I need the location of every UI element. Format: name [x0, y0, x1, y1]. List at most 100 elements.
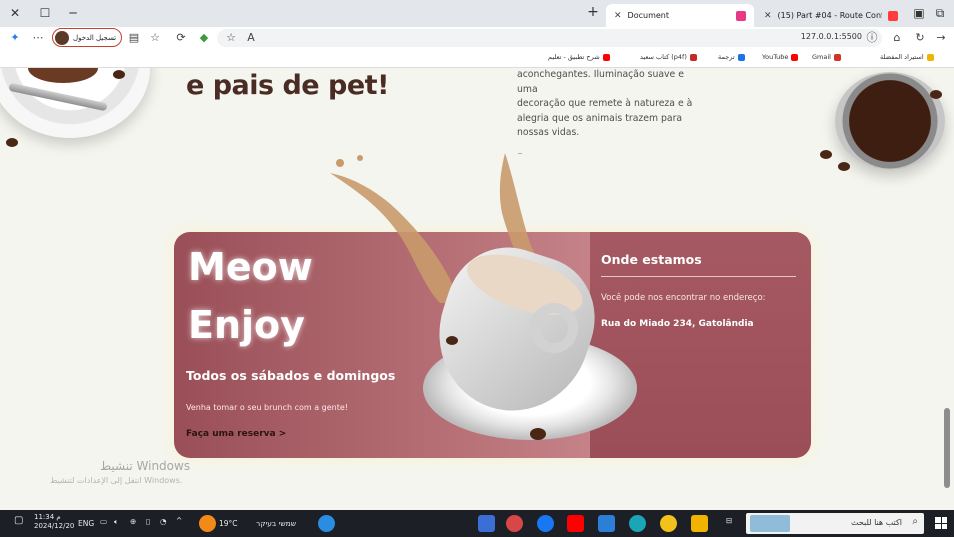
notifications-icon[interactable]: ▢ [14, 515, 23, 526]
edge-icon[interactable] [629, 515, 646, 532]
collections-icon[interactable]: ▤ [126, 30, 142, 46]
add-favorite-icon[interactable]: ☆ [223, 30, 239, 46]
coffee-bean-image [838, 162, 850, 171]
translate-icon [737, 53, 745, 61]
workspaces-icon[interactable]: ⧉ [931, 4, 949, 22]
location-address: Rua do Miado 234, Gatolândia [601, 319, 754, 329]
page-viewport: e pais de pet! aconchegantes. Iluminação… [0, 68, 954, 501]
bookmark-label: استيراد المفضلة [880, 53, 924, 61]
card-title-meow: Meow [188, 245, 313, 289]
hero-paragraph: aconchegantes. Iluminação suave e uma de… [517, 68, 707, 141]
browser-titlebar: ✕ ☐ ─ + ✕ Document ✕ (15) Part #04 - Rou… [0, 0, 954, 27]
bookmark-translate[interactable]: ترجمة [718, 53, 745, 61]
screen: ✕ ☐ ─ + ✕ Document ✕ (15) Part #04 - Rou… [0, 0, 954, 537]
refresh-icon[interactable]: ↻ [912, 30, 928, 46]
network-icon[interactable]: ▭ [100, 517, 107, 526]
tab-close-icon[interactable]: ✕ [614, 11, 622, 21]
globe-icon[interactable]: ⊕ [130, 517, 136, 526]
home-icon[interactable]: ⌂ [889, 30, 905, 46]
folder-icon [926, 53, 934, 61]
profile-button[interactable]: تسجيل الدخول [52, 28, 122, 47]
taskbar-app-icon[interactable] [478, 515, 495, 532]
scrollbar-thumb[interactable] [944, 408, 950, 488]
clock-time: 11:34 م [34, 513, 61, 521]
weather-icon[interactable] [199, 515, 216, 532]
tab-close-icon[interactable]: ✕ [764, 11, 772, 21]
bookmark-gmail[interactable]: Gmail [812, 53, 841, 61]
bookmark-label: كتاب سعيد (p4f) [640, 53, 687, 61]
address-bar[interactable]: ☆ A 127.0.0.1:5500 ⓘ [217, 29, 882, 47]
youtube-taskbar-icon[interactable] [567, 515, 584, 532]
tab-label: Document [627, 11, 669, 20]
back-icon[interactable]: → [933, 30, 949, 46]
tab-actions-icon[interactable]: ▣ [910, 4, 928, 22]
windows-taskbar: ▢ 11:34 م 2024/12/20 ENG ▭ 🔈︎ ⊕ ▯ ◔ ^ 19… [0, 510, 954, 537]
favorites-icon[interactable]: ☆ [147, 30, 163, 46]
extension-green-icon[interactable]: ◆ [196, 30, 212, 46]
bookmark-pdf[interactable]: كتاب سعيد (p4f) [640, 53, 697, 61]
wifi-icon[interactable]: ◔ [160, 517, 167, 526]
device-icon[interactable]: ▯ [146, 517, 150, 526]
search-highlight-image [750, 515, 790, 532]
tab-document[interactable]: ✕ Document [606, 4, 754, 27]
more-menu-icon[interactable]: ⋯ [30, 30, 46, 46]
hero-line: nossas vidas. [517, 127, 580, 138]
task-view-icon[interactable]: ⊟ [726, 516, 732, 525]
bookmark-label: Gmail [812, 53, 831, 61]
weather-temp[interactable]: 19°C [219, 519, 238, 528]
facebook-icon[interactable] [537, 515, 554, 532]
taskbar-app-icon[interactable] [506, 515, 523, 532]
browser-toolbar: ✦ ⋯ تسجيل الدخول ▤ ☆ ⟳ ◆ ☆ A 127.0.0.1:5… [0, 27, 954, 49]
close-window-icon[interactable]: ✕ [6, 4, 24, 22]
reserve-link[interactable]: Faça uma reserva > [186, 429, 286, 439]
bookmark-youtube[interactable]: YouTube [762, 53, 799, 61]
hero-title: e pais de pet! [186, 70, 389, 101]
volume-icon[interactable]: 🔈︎ [114, 517, 119, 527]
file-explorer-icon[interactable] [691, 515, 708, 532]
coffee-bean-image [6, 138, 18, 147]
address-url[interactable]: 127.0.0.1:5500 [801, 32, 862, 41]
gmail-icon [833, 53, 841, 61]
hero-line: decoração que remete à natureza e à [517, 98, 693, 109]
taskbar-clock[interactable]: 11:34 م 2024/12/20 [34, 513, 74, 531]
tab-label: (15) Part #04 - Route Configurati [777, 11, 882, 20]
pdf-icon [689, 53, 697, 61]
help-app-icon[interactable] [318, 515, 335, 532]
site-info-icon[interactable]: ⓘ [864, 30, 880, 46]
read-aloud-icon[interactable]: A [243, 30, 259, 46]
bookmark-label: ترجمة [718, 53, 735, 61]
windows-start-icon[interactable] [935, 517, 947, 529]
restore-window-icon[interactable]: ☐ [36, 4, 54, 22]
youtube-icon [791, 53, 799, 61]
coffee-bean-image [446, 336, 458, 345]
bookmark-tutorial[interactable]: شرح تطبيق - تعليم [548, 53, 610, 61]
hero-line: alegria que os animais trazem para [517, 112, 683, 124]
youtube-favicon-icon [888, 10, 898, 21]
activation-watermark-title: تنشيط Windows [100, 459, 191, 473]
clock-date: 2024/12/20 [34, 522, 75, 530]
tab-favicon-icon [736, 10, 746, 21]
avatar [55, 30, 69, 45]
show-hidden-icons[interactable]: ^ [176, 516, 182, 525]
minimize-window-icon[interactable]: ─ [64, 4, 82, 22]
copilot-icon[interactable]: ✦ [7, 30, 23, 46]
bookmark-label: YouTube [762, 53, 789, 61]
chrome-icon[interactable] [660, 515, 677, 532]
coffee-bean-image [930, 90, 942, 99]
tab-route-configuration[interactable]: ✕ (15) Part #04 - Route Configurati [756, 4, 906, 27]
coffee-bean-image [113, 70, 125, 79]
bookmark-label: شرح تطبيق - تعليم [548, 53, 600, 61]
taskbar-search[interactable]: اكتب هنا للبحث ⌕ [746, 513, 924, 534]
new-tab-button[interactable]: + [585, 4, 601, 20]
bookmark-import-favorites[interactable]: استيراد المفضلة [880, 53, 934, 61]
card-small-text: Venha tomar o seu brunch com a gente! [186, 403, 348, 412]
card-subtitle: Todos os sábados e domingos [186, 368, 396, 383]
vscode-icon[interactable] [598, 515, 615, 532]
card-title-enjoy: Enjoy [188, 303, 305, 347]
extension-icon[interactable]: ⟳ [173, 30, 189, 46]
coffee-bean-image [820, 150, 832, 159]
language-indicator[interactable]: ENG [78, 519, 94, 528]
weather-desc[interactable]: שמשי בעיקר [256, 519, 296, 528]
location-heading: Onde estamos [601, 252, 702, 267]
cup-handle-image [530, 303, 578, 353]
